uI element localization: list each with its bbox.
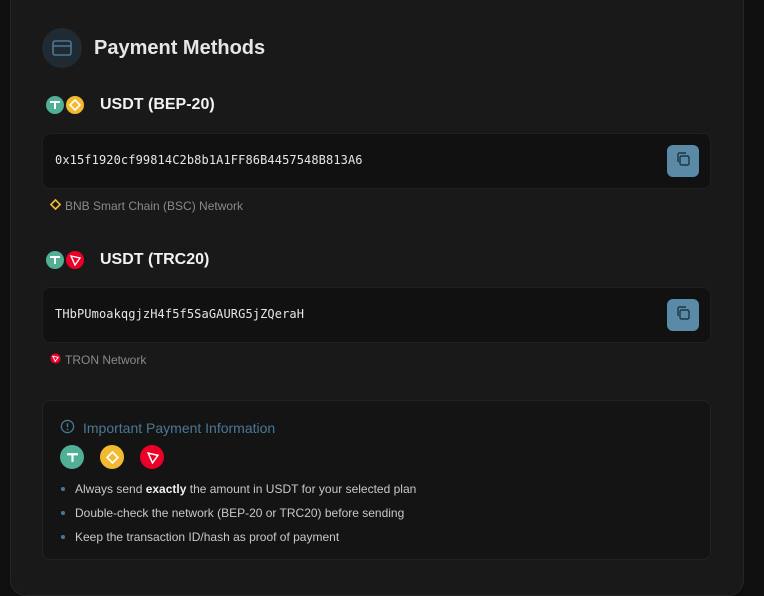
bullet bbox=[61, 511, 65, 515]
copy-address-button[interactable] bbox=[667, 145, 699, 177]
address-box-trc20: THbPUmoakqgjzH4f5f5SaGAURG5jZQeraH bbox=[42, 287, 711, 343]
method-label: USDT (BEP-20) bbox=[100, 96, 215, 113]
usdt-icon bbox=[44, 94, 66, 116]
copy-icon bbox=[675, 151, 691, 172]
copy-icon bbox=[675, 305, 691, 326]
info-coin-icons bbox=[60, 445, 164, 469]
coin-pair bbox=[44, 93, 92, 117]
payment-info-box: Important Payment Information Always sen… bbox=[42, 400, 711, 560]
network-bep20: BNB Smart Chain (BSC) Network bbox=[49, 198, 244, 213]
bullet bbox=[61, 487, 65, 491]
copy-address-button[interactable] bbox=[667, 299, 699, 331]
tron-icon bbox=[50, 353, 61, 367]
usdt-icon bbox=[44, 249, 66, 271]
network-label: BNB Smart Chain (BSC) Network bbox=[65, 199, 244, 213]
method-title-trc20: USDT (TRC20) bbox=[44, 248, 209, 272]
method-title-bep20: USDT (BEP-20) bbox=[44, 93, 215, 117]
wallet-address[interactable]: THbPUmoakqgjzH4f5f5SaGAURG5jZQeraH bbox=[55, 307, 304, 321]
credit-card-icon bbox=[42, 28, 82, 68]
list-item: Double-check the network (BEP-20 or TRC2… bbox=[60, 505, 416, 529]
page-title: Payment Methods bbox=[94, 36, 266, 59]
list-item: Always send exactly the amount in USDT f… bbox=[60, 481, 416, 505]
network-label: TRON Network bbox=[65, 353, 147, 367]
tron-icon bbox=[140, 445, 164, 469]
wallet-address[interactable]: 0x15f1920cf99814C2b8b1A1FF86B4457548B813… bbox=[55, 153, 363, 167]
coin-pair bbox=[44, 248, 92, 272]
tron-icon bbox=[64, 249, 86, 271]
method-label: USDT (TRC20) bbox=[100, 251, 210, 268]
payment-methods-header: Payment Methods bbox=[42, 28, 265, 68]
address-box-bep20: 0x15f1920cf99814C2b8b1A1FF86B4457548B813… bbox=[42, 133, 711, 189]
info-title: Important Payment Information bbox=[60, 419, 275, 437]
list-item: Keep the transaction ID/hash as proof of… bbox=[60, 529, 416, 553]
bnb-icon bbox=[49, 198, 62, 213]
info-title-text: Important Payment Information bbox=[83, 420, 276, 436]
bullet bbox=[61, 535, 65, 539]
info-list: Always send exactly the amount in USDT f… bbox=[60, 481, 416, 553]
network-trc20: TRON Network bbox=[50, 353, 146, 367]
info-icon bbox=[60, 419, 75, 437]
bnb-icon bbox=[100, 445, 124, 469]
bnb-icon bbox=[64, 94, 86, 116]
usdt-icon bbox=[60, 445, 84, 469]
